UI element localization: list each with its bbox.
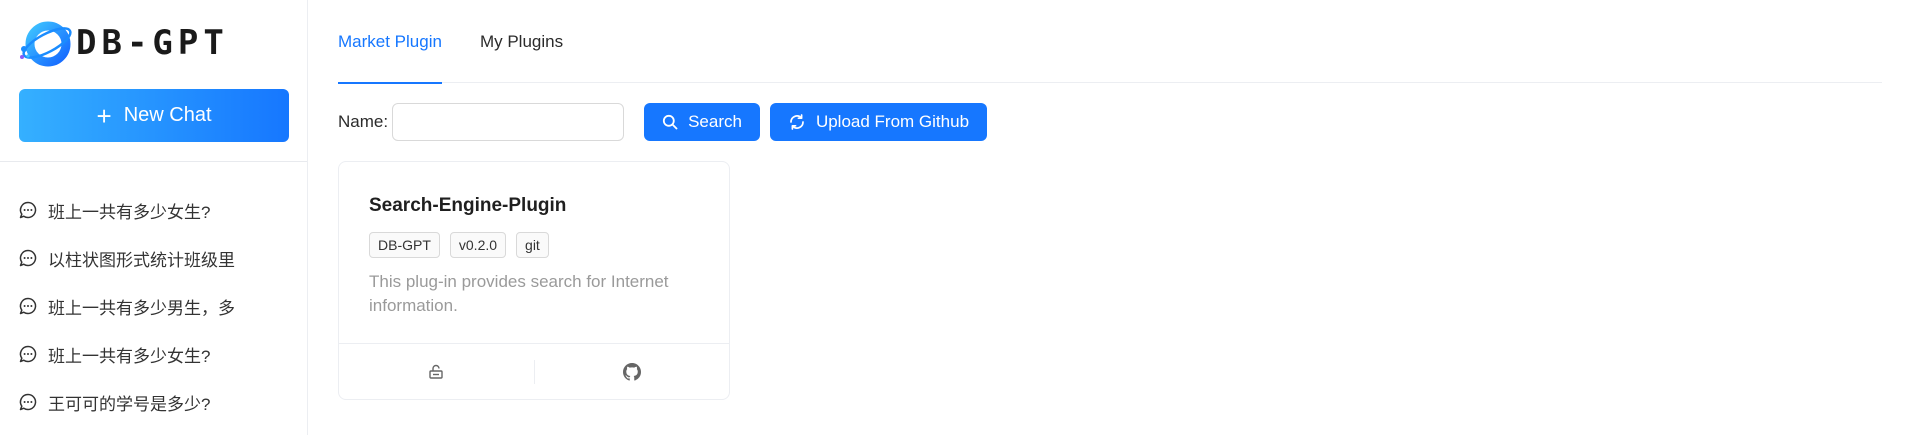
plugin-title: Search-Engine-Plugin [369,195,567,216]
logo: DB-GPT [18,16,229,70]
plugin-tags: DB-GPT v0.2.0 git [369,232,559,258]
sidebar-divider [0,161,307,162]
chat-bubble-icon [19,297,37,315]
plugin-tag: v0.2.0 [449,232,507,258]
new-chat-label: New Chat [123,104,212,126]
plugin-description: This plug-in provides search for Interne… [369,272,669,315]
filter-row: Name: Search Upload From Github [338,103,997,141]
plugin-card: Search-Engine-Plugin DB-GPT v0.2.0 git T… [338,161,730,400]
chat-history-label: 王可可的学号是多少? [48,394,211,414]
chat-bubble-icon [19,393,37,411]
chat-history-label: 以柱状图形式统计班级里 [48,250,235,270]
chat-bubble-icon [19,249,37,267]
chat-history-item[interactable]: 班上一共有多少男生，多 [18,282,288,330]
plugin-tag: DB-GPT [369,232,440,258]
upload-button-label: Upload From Github [815,112,970,131]
chat-bubble-icon [19,201,37,219]
search-button[interactable]: Search [644,103,760,141]
name-label: Name: [338,112,389,131]
github-link-button[interactable] [535,344,730,399]
plugin-card-actions [339,343,729,399]
chat-history-item[interactable]: 以柱状图形式统计班级里 [18,234,288,282]
chat-history-list: 班上一共有多少女生? 以柱状图形式统计班级里 班上一共有多少男生，多 班上一共有… [18,186,288,426]
chat-history-label: 班上一共有多少女生? [48,346,211,366]
logo-icon [20,21,72,67]
tab-my-plugins[interactable]: My Plugins [480,0,563,83]
install-plugin-button[interactable] [339,344,534,399]
chat-history-label: 班上一共有多少男生，多 [48,298,235,318]
tab-bar: Market Plugin My Plugins [338,0,1882,84]
plugin-tag: git [516,232,549,258]
chat-history-item[interactable]: 班上一共有多少女生? [18,330,288,378]
sidebar: DB-GPT + New Chat 班上一共有多少女生? 以柱状图形式统计班级里 [0,0,308,435]
sync-icon [790,114,804,130]
plus-icon: + [96,100,112,131]
chat-history-item[interactable]: 班上一共有多少女生? [18,186,288,234]
tab-market-plugin[interactable]: Market Plugin [338,0,442,84]
logo-text: DB-GPT [76,23,229,63]
github-icon [622,362,641,381]
search-button-label: Search [688,112,742,131]
name-input[interactable] [392,103,625,141]
new-chat-button[interactable]: + New Chat [19,89,289,142]
chat-history-label: 班上一共有多少女生? [48,202,211,222]
chat-history-item[interactable]: 王可可的学号是多少? [18,378,288,426]
main-content: Market Plugin My Plugins Name: Search Up… [308,0,1914,435]
app: DB-GPT + New Chat 班上一共有多少女生? 以柱状图形式统计班级里 [0,0,1914,435]
chat-bubble-icon [19,345,37,363]
search-icon [662,114,678,130]
install-icon [429,364,443,379]
upload-from-github-button[interactable]: Upload From Github [769,103,988,141]
